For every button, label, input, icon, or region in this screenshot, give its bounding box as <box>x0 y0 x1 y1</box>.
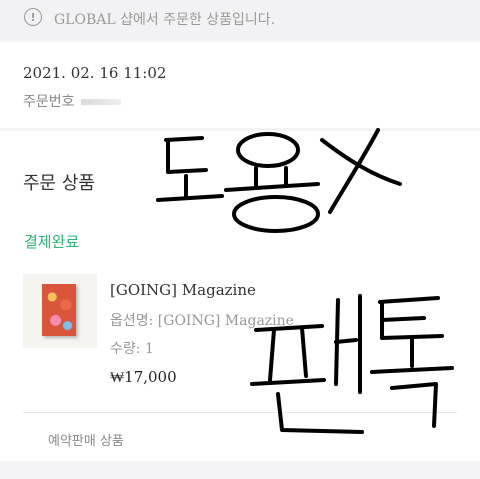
preorder-label: 예약판매 상품 <box>48 434 124 449</box>
notice-banner: ! GLOBAL 샵에서 주문한 상품입니다. <box>0 0 480 40</box>
product-option: 옵션명: [GOING] Magazine <box>110 313 294 329</box>
order-number: 주문번호 <box>23 91 121 111</box>
order-number-redacted <box>80 99 121 105</box>
product-price: ₩17,000 <box>110 368 177 386</box>
order-info-card: 2021. 02. 16 11:02 주문번호 <box>0 42 480 128</box>
section-title: 주문 상품 <box>23 173 95 194</box>
magazine-cover-image <box>42 284 76 336</box>
exclamation-circle-icon: ! <box>24 8 42 26</box>
divider <box>23 412 457 413</box>
product-quantity: 수량: 1 <box>110 341 154 357</box>
product-name[interactable]: [GOING] Magazine <box>110 281 256 299</box>
payment-status: 결제완료 <box>24 233 80 251</box>
order-items-card: 주문 상품 결제완료 [GOING] Magazine 옵션명: [GOING]… <box>0 131 480 461</box>
order-date: 2021. 02. 16 11:02 <box>23 64 167 82</box>
order-number-label: 주문번호 <box>23 94 75 110</box>
product-thumbnail[interactable] <box>23 274 97 348</box>
notice-text: GLOBAL 샵에서 주문한 상품입니다. <box>54 12 276 28</box>
